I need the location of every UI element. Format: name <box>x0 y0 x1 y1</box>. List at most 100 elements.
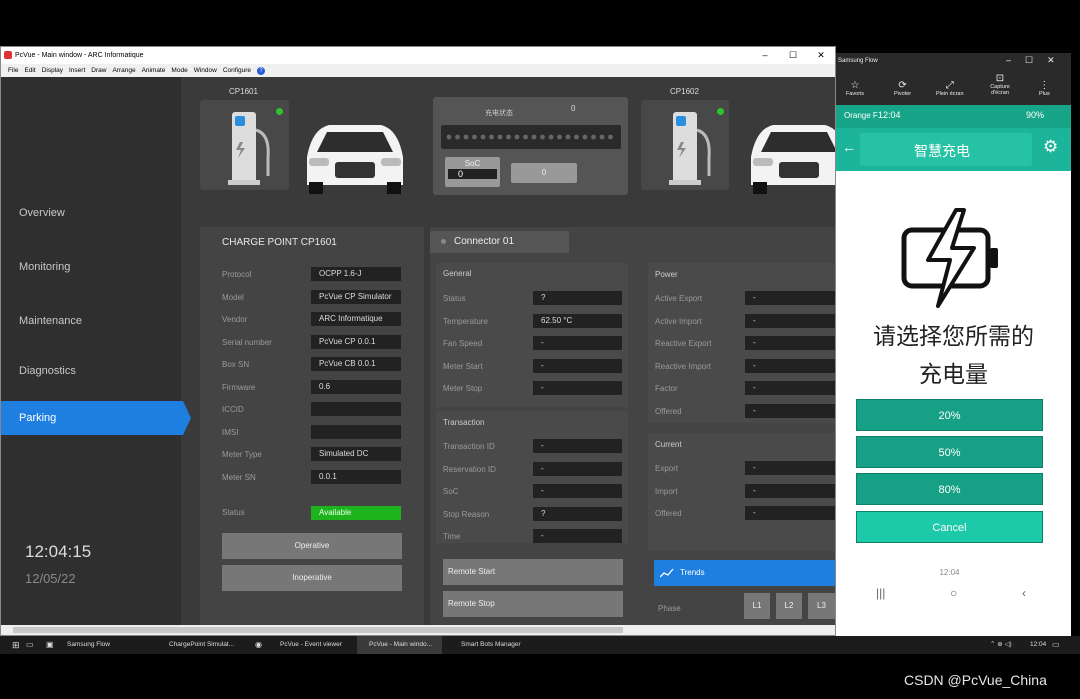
cancel-button[interactable]: Cancel <box>856 511 1043 543</box>
phone-window-controls: – ☐ ✕ <box>1006 55 1055 66</box>
operative-button[interactable]: Operative <box>222 533 402 559</box>
taskbar-chargepoint-simulator[interactable]: ChargePoint Simulat... <box>157 636 242 654</box>
trends-button[interactable]: Trends <box>654 560 835 586</box>
home-icon[interactable]: ○ <box>950 586 957 600</box>
station2-name: CP1602 <box>670 87 699 96</box>
back-arrow-icon[interactable]: ← <box>842 139 856 155</box>
charge-status-panel: 充电状态 0 SoC 0 0 <box>433 97 628 195</box>
star-icon: ☆ <box>850 80 860 91</box>
nav-overview[interactable]: Overview <box>1 196 181 230</box>
menu-draw[interactable]: Draw <box>91 67 106 74</box>
close-icon[interactable]: ✕ <box>1047 55 1055 66</box>
taskbar: ⊞ ▭ ▣ Samsung Flow ChargePoint Simulat..… <box>0 636 1080 654</box>
nav-maintenance[interactable]: Maintenance <box>1 304 181 338</box>
tray-icons[interactable]: ⌃ ⊕ ◁) <box>990 636 1012 654</box>
option-80-button[interactable]: 80% <box>856 473 1043 505</box>
favorites-button[interactable]: ☆ Favoris <box>846 80 864 97</box>
menu-configure[interactable]: Configure <box>223 67 251 74</box>
station2-charger[interactable] <box>641 100 729 190</box>
taskbar-main-window[interactable]: PcVue - Main windo... <box>357 636 442 654</box>
file-explorer-icon[interactable]: ▭ <box>14 636 34 654</box>
chargepoint-field-label: Model <box>222 292 244 302</box>
trends-label: Trends <box>680 568 705 577</box>
minimize-button[interactable]: – <box>751 47 779 64</box>
more-icon: ⋮ <box>1039 80 1050 91</box>
notification-icon[interactable]: ▭ <box>1052 636 1060 654</box>
power-section: Power Active Export - Active Import - Reacti… <box>648 263 835 423</box>
general-field-value: - <box>533 358 622 373</box>
transaction-field-value: - <box>533 439 622 453</box>
soc-box: SoC 0 <box>445 157 500 187</box>
inoperative-button[interactable]: Inoperative <box>222 565 402 591</box>
menu-arrange[interactable]: Arrange <box>112 67 135 74</box>
general-field-label: Temperature <box>443 316 488 326</box>
menu-display[interactable]: Display <box>42 67 63 74</box>
menu-animate[interactable]: Animate <box>142 67 166 74</box>
horizontal-scrollbar[interactable] <box>1 625 835 635</box>
menu-window[interactable]: Window <box>194 67 217 74</box>
status-label: Status <box>222 508 245 517</box>
led-dot <box>514 134 520 140</box>
remote-start-button[interactable]: Remote Start <box>443 559 623 585</box>
phone-footer-time: 12:04 <box>939 568 960 577</box>
capture-button[interactable]: ⊡ Capture d'écran <box>986 73 1014 96</box>
rotate-button[interactable]: ⟳ Pivoter <box>894 80 911 97</box>
maximize-button[interactable]: ☐ <box>779 47 807 64</box>
remote-stop-button[interactable]: Remote Stop <box>443 591 623 617</box>
maximize-icon[interactable]: ☐ <box>1025 55 1033 66</box>
taskbar-smart-bots[interactable]: Smart Bots Manager <box>449 636 521 654</box>
clock-time: 12:04:15 <box>25 542 92 561</box>
close-button[interactable]: ✕ <box>807 47 835 64</box>
nav-monitoring[interactable]: Monitoring <box>1 250 181 284</box>
phase-l1-button[interactable]: L1 <box>744 593 770 619</box>
status-value: Available <box>311 506 401 520</box>
power-field-value: - <box>745 358 835 373</box>
soc-value: 0 <box>448 169 497 179</box>
station1-name: CP1601 <box>229 87 258 96</box>
transaction-field-value: ? <box>533 506 622 521</box>
settings-gear-icon[interactable]: ⚙ <box>1043 137 1058 157</box>
led-dot <box>480 134 486 140</box>
chrome-icon[interactable]: ◉ <box>243 636 262 654</box>
minimize-icon[interactable]: – <box>1006 55 1011 66</box>
phase-label: Phase <box>658 604 681 613</box>
connector-tab[interactable]: Connector 01 <box>430 231 569 253</box>
back-icon[interactable]: ‹ <box>1022 586 1026 600</box>
taskbar-samsung-flow[interactable]: Samsung Flow <box>55 636 110 654</box>
led-dot <box>540 134 545 140</box>
battery-level: 90% <box>1026 110 1045 120</box>
chargepoint-field-label: Vendor <box>222 315 248 324</box>
connector-status-dot <box>441 239 446 244</box>
content-area: Overview Monitoring Maintenance Diagnost… <box>1 77 835 625</box>
menu-insert[interactable]: Insert <box>69 67 85 74</box>
app-title: 智慧充电 <box>914 143 970 159</box>
option-20-button[interactable]: 20% <box>856 399 1043 431</box>
help-icon[interactable]: ? <box>257 66 265 75</box>
phase-l3-button[interactable]: L3 <box>808 593 835 619</box>
scrollbar-thumb[interactable] <box>13 627 623 633</box>
soc-label: SoC <box>464 159 481 168</box>
led-dot <box>531 134 537 140</box>
menu-file[interactable]: File <box>8 67 18 74</box>
prompt-line2: 充电量 <box>919 361 988 387</box>
transaction-section: Transaction Transaction ID - Reservation I… <box>436 411 628 543</box>
more-button[interactable]: ⋮ Plus <box>1039 80 1050 97</box>
fullscreen-button[interactable]: ⤢ Plein écran <box>936 80 964 97</box>
current-title: Current <box>655 440 682 449</box>
nav-diagnostics[interactable]: Diagnostics <box>1 354 181 388</box>
phase-l2-button[interactable]: L2 <box>776 593 802 619</box>
taskbar-event-viewer[interactable]: PcVue - Event viewer <box>268 636 342 654</box>
app-icon-blue[interactable]: ▣ <box>34 636 54 654</box>
led-dot <box>455 134 460 140</box>
general-field-label: Meter Start <box>443 361 483 371</box>
led-dot <box>472 134 477 140</box>
menu-mode[interactable]: Mode <box>171 67 187 74</box>
chargepoint-field-label: Serial number <box>222 337 272 347</box>
menu-edit[interactable]: Edit <box>24 67 35 74</box>
recent-apps-icon[interactable]: ||| <box>876 586 885 600</box>
nav-parking[interactable]: Parking <box>1 401 191 435</box>
general-title: General <box>443 269 472 278</box>
option-50-button[interactable]: 50% <box>856 436 1043 468</box>
station1-charger[interactable] <box>200 100 289 190</box>
transaction-title: Transaction <box>443 418 485 427</box>
